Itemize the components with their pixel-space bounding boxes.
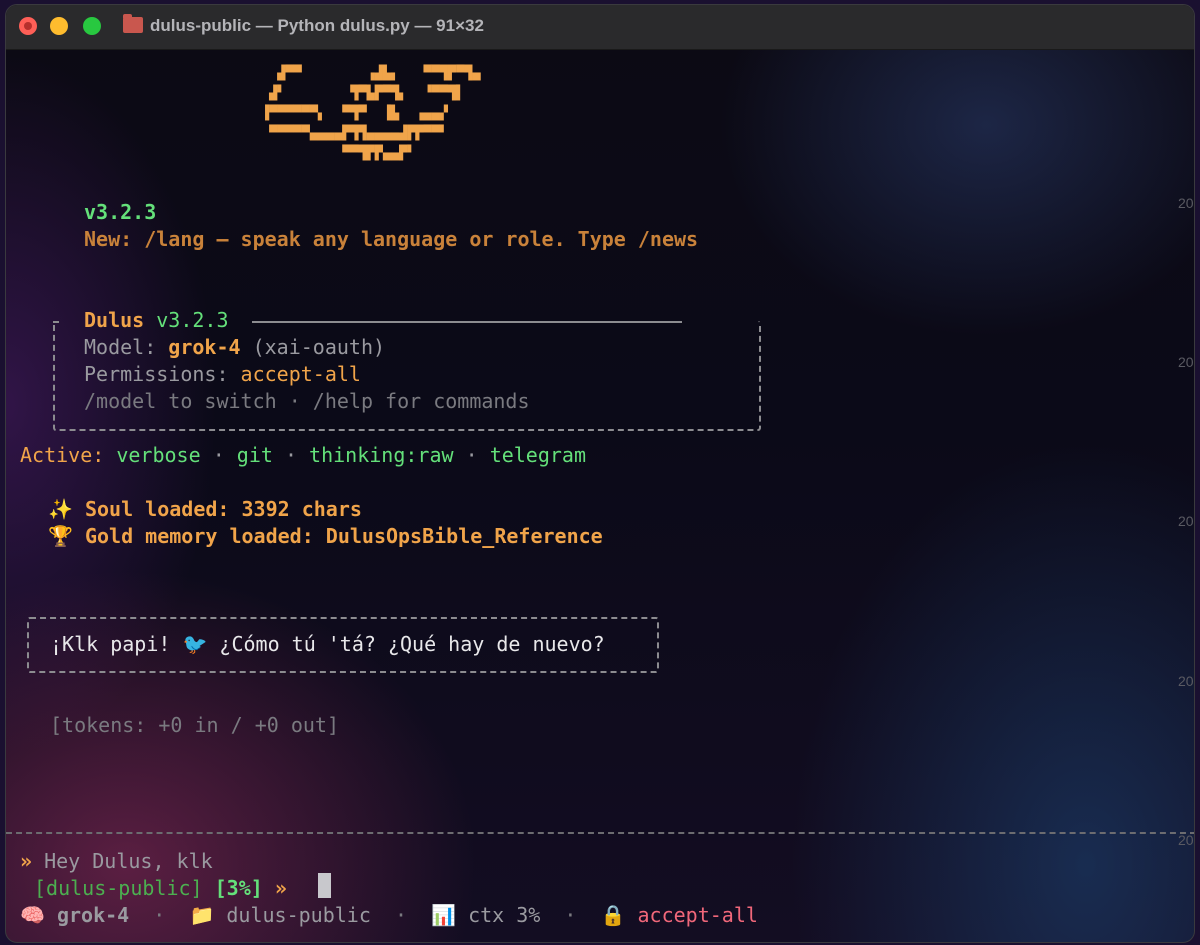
input-divider	[6, 832, 1194, 834]
permissions-row: Permissions: accept-all	[84, 361, 361, 387]
trophy-icon: 🏆	[48, 524, 73, 548]
news-text: New: /lang — speak any language or role.…	[84, 227, 699, 251]
user-input-text: Hey Dulus, klk	[44, 849, 213, 873]
permissions-label: Permissions:	[84, 362, 229, 386]
terminal-content[interactable]: ▟▀▀ ▗▟▙▖ ▀▀▜▛▀▜▄ ▟▘ ▜▀▙▛▀▜▖ ▝▀▀▜▌ ▐▀▀▀▀▀…	[6, 49, 1194, 942]
info-box-top-border	[252, 321, 682, 323]
app-name: Dulus	[84, 308, 145, 332]
lock-icon: 🔒	[600, 903, 626, 927]
edge-number: 20	[1178, 513, 1194, 529]
active-row: Active: verbose · git · thinking:raw · t…	[20, 443, 587, 467]
prompt-line[interactable]: [dulus-public] [3%] »	[34, 875, 287, 901]
status-permissions: accept-all	[637, 903, 758, 927]
info-box-title: Dulus v3.2.3	[84, 307, 229, 333]
edge-number: 20	[1178, 354, 1194, 370]
edge-number: 20	[1178, 673, 1194, 689]
model-row: Model: grok-4 (xai-oauth)	[84, 334, 385, 360]
title-bar: dulus-public — Python dulus.py — 91×32	[6, 5, 1194, 50]
hint-row: /model to switch · /help for commands	[84, 389, 530, 413]
active-item-telegram: telegram	[489, 443, 587, 467]
active-item-verbose: verbose	[116, 443, 201, 467]
input-marker: »	[20, 849, 33, 873]
minimize-button[interactable]	[50, 17, 68, 35]
active-label: Active:	[20, 443, 105, 467]
active-item-thinking: thinking:raw	[309, 443, 454, 467]
close-button[interactable]	[19, 17, 37, 35]
brain-icon: 🧠	[20, 903, 45, 927]
text-cursor[interactable]	[318, 873, 331, 898]
folder-icon: 📁	[189, 903, 215, 927]
dulus-ascii-logo: ▟▀▀ ▗▟▙▖ ▀▀▜▛▀▜▄ ▟▘ ▜▀▙▛▀▜▖ ▝▀▀▜▌ ▐▀▀▀▀▀…	[261, 65, 481, 161]
app-version: v3.2.3	[156, 308, 229, 332]
model-provider: (xai-oauth)	[252, 335, 386, 359]
status-ctx: ctx 3%	[468, 903, 541, 927]
active-item-git: git	[236, 443, 273, 467]
prompt-project: [dulus-public]	[34, 876, 203, 900]
model-label: Model:	[84, 335, 157, 359]
status-model: grok-4	[56, 903, 130, 927]
soul-loaded-row: ✨ Soul loaded: 3392 chars	[48, 496, 362, 522]
prompt-arrow: »	[274, 876, 287, 900]
bar-chart-icon: 📊	[431, 903, 457, 927]
user-input-line: » Hey Dulus, klk	[20, 848, 213, 874]
model-value: grok-4	[168, 335, 241, 359]
permissions-value: accept-all	[240, 362, 361, 386]
edge-number: 20	[1178, 195, 1194, 211]
edge-number: 20	[1178, 832, 1194, 848]
assistant-message: ¡Klk papi! 🐦 ¿Cómo tú 'tá? ¿Qué hay de n…	[50, 632, 605, 656]
terminal-window: dulus-public — Python dulus.py — 91×32 ▟…	[5, 4, 1195, 943]
version-text: v3.2.3	[84, 200, 157, 224]
soul-loaded-text: Soul loaded: 3392 chars	[84, 497, 362, 521]
sparkles-icon: ✨	[48, 497, 73, 521]
prompt-ctx: [3%]	[214, 876, 263, 900]
bird-icon: 🐦	[182, 632, 208, 656]
gold-memory-row: 🏆 Gold memory loaded: DulusOpsBible_Refe…	[48, 523, 603, 549]
status-folder: dulus-public	[226, 903, 371, 927]
gold-memory-text: Gold memory loaded: DulusOpsBible_Refere…	[84, 524, 603, 548]
zoom-button[interactable]	[83, 17, 101, 35]
folder-icon	[123, 14, 143, 33]
token-counter: [tokens: +0 in / +0 out]	[50, 713, 339, 737]
window-title: dulus-public — Python dulus.py — 91×32	[150, 16, 484, 35]
status-bar: 🧠 grok-4 · 📁 dulus-public · 📊 ctx 3% · 🔒…	[20, 903, 758, 927]
